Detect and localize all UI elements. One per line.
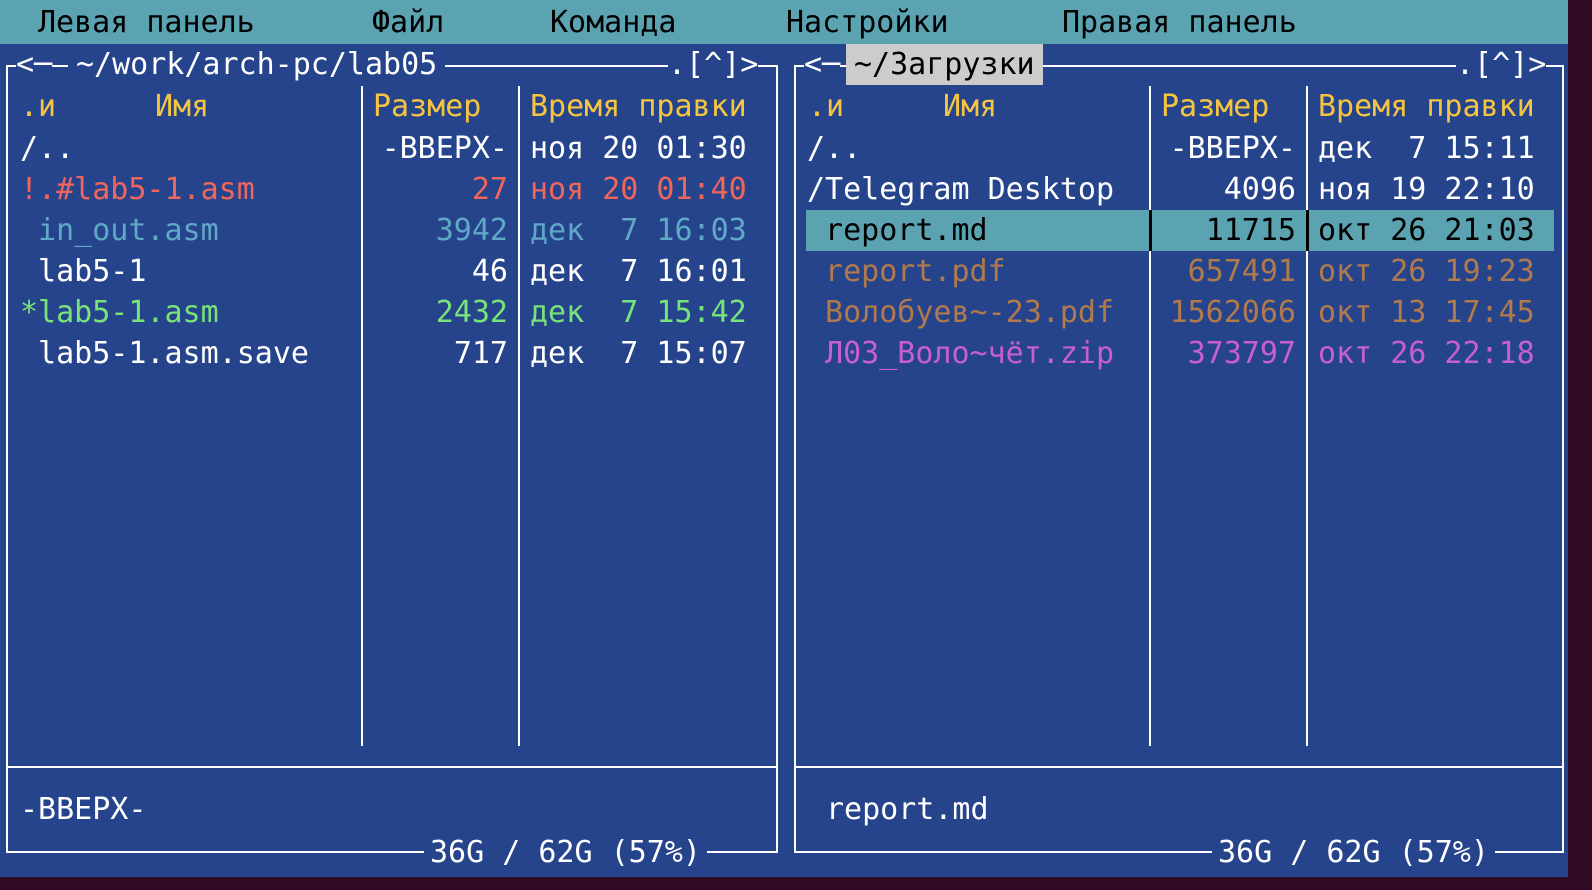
right-file-list: /.. -ВВЕРХ-дек 7 15:11/Telegram Desktop 40… [806,128,1554,748]
file-name: Волобуев~-23.pdf [807,295,1115,330]
left-disk-usage: 36G / 62G (57%) [424,832,707,873]
left-col-time-header[interactable]: Время правки [530,86,747,127]
file-size: 11715 [1205,213,1296,248]
right-panel-divider [794,766,1564,768]
file-size: 657491 [1187,254,1296,289]
right-col-size-header[interactable]: Размер [1161,86,1269,127]
selection-separator [1306,210,1309,251]
file-row[interactable]: !.#lab5-1.asm 27 ноя 20 01:40 [14,169,770,210]
menu-left-panel[interactable]: Левая панель [38,2,255,43]
file-name: report.md [807,213,988,248]
left-col-size-header[interactable]: Размер [373,86,481,127]
menu-file[interactable]: Файл [372,2,444,43]
file-size: 27 [471,172,508,207]
file-size: -ВВЕРХ- [1169,131,1296,166]
file-size: -ВВЕРХ- [381,131,508,166]
selection-separator [1149,210,1152,251]
left-col-name-header[interactable]: Имя [155,86,209,127]
file-mtime: окт 26 21:03 [1318,213,1535,248]
file-mtime: ноя 20 01:30 [530,131,747,166]
file-mtime: дек 7 16:03 [530,213,747,248]
file-row[interactable]: /.. -ВВЕРХ-ноя 20 01:30 [14,128,770,169]
right-col-flag-header[interactable]: .и [808,86,844,127]
file-size: 1562066 [1169,295,1296,330]
menu-options[interactable]: Настройки [786,2,949,43]
file-name: /.. [20,131,75,166]
file-row[interactable]: /Telegram Desktop 4096 ноя 19 22:10 [806,169,1554,210]
file-size: 373797 [1187,336,1296,371]
file-size: 3942 [435,213,508,248]
file-name: Л03_Воло~чёт.zip [807,336,1115,371]
right-mini-status: report.md [826,792,989,827]
right-panel-history-controls[interactable]: .[^]> [1456,44,1547,85]
left-panel[interactable]: <─ ~/work/arch-pc/lab05 .[^]> .и Имя Раз… [0,44,784,877]
file-name: lab5-1.asm.save [20,336,309,371]
file-mtime: окт 26 22:18 [1318,336,1535,371]
file-size: 4096 [1223,172,1296,207]
file-mtime: дек 7 15:11 [1318,131,1535,166]
right-panel-path[interactable]: ~/Загрузки [846,44,1043,85]
right-panel-back-arrow[interactable]: <─ [804,44,841,85]
right-col-time-header[interactable]: Время правки [1318,86,1535,127]
file-row[interactable]: report.pdf 657491 окт 26 19:23 [806,251,1554,292]
file-row[interactable]: report.md 11715 окт 26 21:03 [806,210,1554,251]
file-row[interactable]: Л03_Воло~чёт.zip 373797 окт 26 22:18 [806,333,1554,374]
file-row[interactable]: Волобуев~-23.pdf 1562066 окт 13 17:45 [806,292,1554,333]
file-size: 2432 [435,295,508,330]
menu-command[interactable]: Команда [550,2,676,43]
left-panel-path[interactable]: ~/work/arch-pc/lab05 [68,44,446,85]
file-mtime: окт 13 17:45 [1318,295,1535,330]
file-name: report.pdf [807,254,1006,289]
left-panel-back-arrow[interactable]: <─ [16,44,53,85]
file-mtime: дек 7 15:07 [530,336,747,371]
file-mtime: дек 7 16:01 [530,254,747,289]
left-mini-status: -ВВЕРХ- [20,792,147,827]
left-panel-history-controls[interactable]: .[^]> [668,44,759,85]
file-mtime: окт 26 19:23 [1318,254,1535,289]
left-file-list: /.. -ВВЕРХ-ноя 20 01:30 !.#lab5-1.asm 27 ноя… [14,128,770,748]
file-mtime: ноя 19 22:10 [1318,172,1535,207]
file-name: /.. [807,131,862,166]
left-panel-divider [6,766,778,768]
file-size: 46 [471,254,508,289]
file-mtime: ноя 20 01:40 [530,172,747,207]
file-row[interactable]: *lab5-1.asm 2432 дек 7 15:42 [14,292,770,333]
midnight-commander-window: Левая панель Файл Команда Настройки Прав… [0,0,1568,877]
file-name: in_out.asm [20,213,219,248]
file-name: lab5-1 [20,254,147,289]
file-row[interactable]: lab5-1 46 дек 7 16:01 [14,251,770,292]
left-col-flag-header[interactable]: .и [20,86,56,127]
menu-bar: Левая панель Файл Команда Настройки Прав… [0,0,1568,44]
right-col-name-header[interactable]: Имя [943,86,997,127]
file-name: *lab5-1.asm [20,295,219,330]
file-mtime: дек 7 15:42 [530,295,747,330]
file-size: 717 [453,336,508,371]
right-disk-usage: 36G / 62G (57%) [1212,832,1495,873]
file-row[interactable]: /.. -ВВЕРХ-дек 7 15:11 [806,128,1554,169]
file-name: /Telegram Desktop [807,172,1115,207]
file-row[interactable]: lab5-1.asm.save 717 дек 7 15:07 [14,333,770,374]
menu-right-panel[interactable]: Правая панель [1062,2,1297,43]
right-panel[interactable]: <─ ~/Загрузки .[^]> .и Имя Размер Время … [788,44,1568,877]
file-row[interactable]: in_out.asm 3942 дек 7 16:03 [14,210,770,251]
file-name: !.#lab5-1.asm [20,172,255,207]
